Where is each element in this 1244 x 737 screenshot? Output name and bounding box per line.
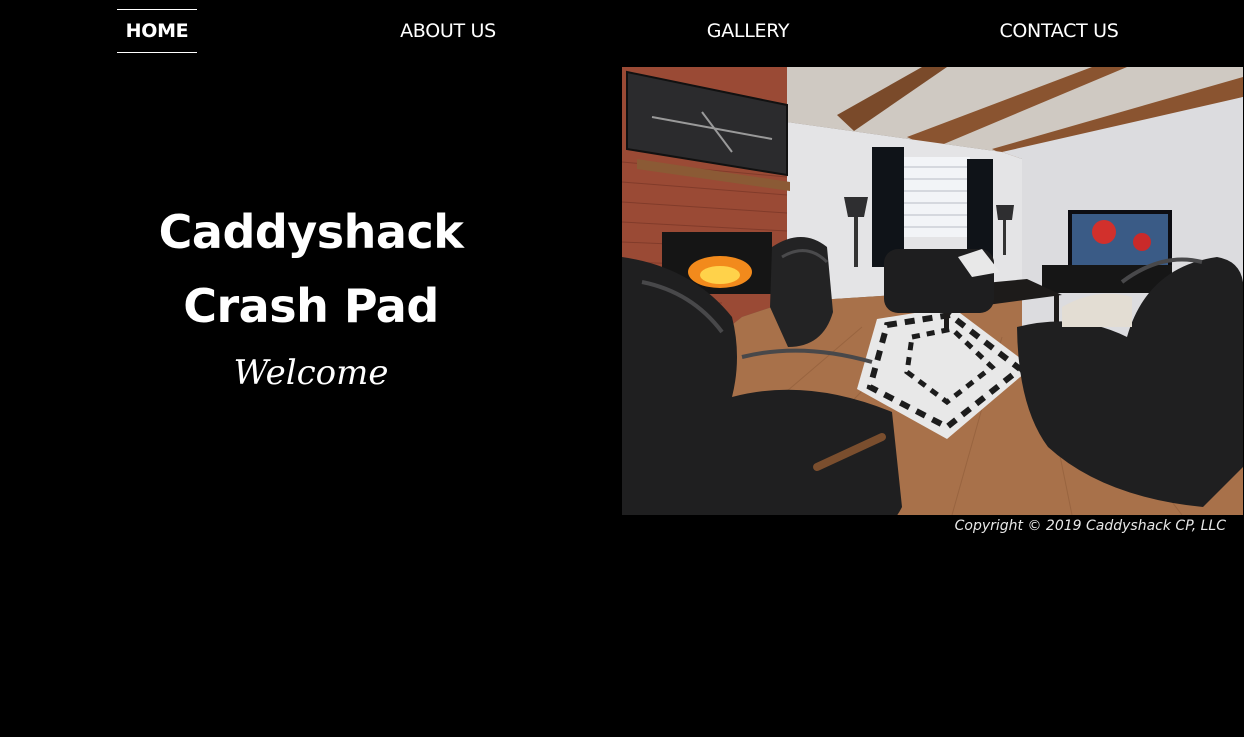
site-title: Caddyshack Crash Pad <box>110 195 512 343</box>
welcome-subtitle: Welcome <box>233 353 389 393</box>
living-room-illustration <box>622 67 1243 515</box>
site-title-line2: Crash Pad <box>183 279 439 333</box>
page: HOME ABOUT US GALLERY CONTACT US Caddysh… <box>0 0 1244 737</box>
main-nav: HOME ABOUT US GALLERY CONTACT US <box>0 0 1244 60</box>
site-title-line1: Caddyshack <box>158 205 464 259</box>
nav-contact-link[interactable]: CONTACT US <box>992 9 1126 53</box>
nav-about-link[interactable]: ABOUT US <box>388 9 508 53</box>
copyright-text: Copyright © 2019 Caddyshack CP, LLC <box>954 518 1226 534</box>
hero: Caddyshack Crash Pad Welcome <box>110 195 512 395</box>
nav-gallery-link[interactable]: GALLERY <box>692 9 804 53</box>
nav-home-link[interactable]: HOME <box>117 9 197 53</box>
living-room-photo <box>622 67 1243 515</box>
